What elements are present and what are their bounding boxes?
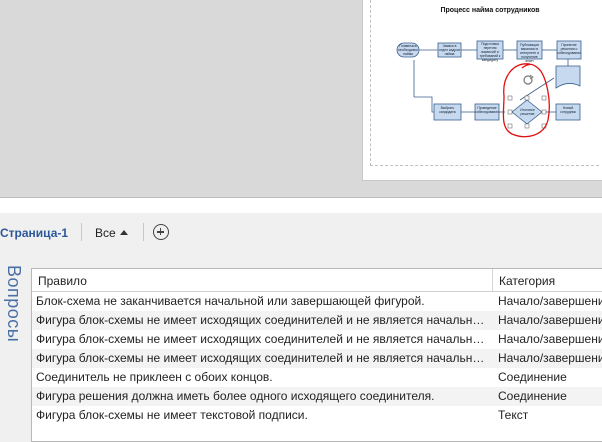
shape-label: Принятие решения о собеседовании xyxy=(557,43,581,55)
rule-cell: Фигура решения должна иметь более одного… xyxy=(36,389,435,403)
shape-label: Проведение собеседования xyxy=(475,106,499,114)
horizontal-scrollbar[interactable] xyxy=(0,197,602,214)
document-shape[interactable] xyxy=(555,65,581,89)
shape-label: Новый сотрудник xyxy=(560,106,576,114)
tab-divider xyxy=(81,223,82,241)
shape-label: Подготовка перечня вакансий и требований… xyxy=(479,42,501,62)
category-cell: Начало/завершение xyxy=(498,313,602,327)
flowchart-diagram[interactable] xyxy=(362,0,602,180)
shape-label: Заявка в отдел кадров найма xyxy=(439,44,460,56)
tab-all-pages[interactable]: Все xyxy=(95,226,116,240)
tab-page-1[interactable]: Страница-1 xyxy=(0,226,68,240)
shape-label: Публикация вакансии в интернете и получе… xyxy=(520,43,539,63)
issues-pane: Вопросы Правило Категория Блок-схема не … xyxy=(0,253,602,442)
shape-label: Выбрать кандидата xyxy=(439,106,456,114)
table-row[interactable]: Блок-схема не заканчивается начальной ил… xyxy=(32,292,602,311)
rule-cell: Фигура блок-схемы не имеет исходящих сое… xyxy=(36,351,488,365)
table-row[interactable]: Фигура блок-схемы не имеет текстовой под… xyxy=(32,406,602,425)
issues-pane-title: Вопросы xyxy=(4,265,24,343)
table-row[interactable]: Фигура блок-схемы не имеет исходящих сое… xyxy=(32,330,602,349)
column-header-rule[interactable]: Правило xyxy=(38,274,87,288)
caret-up-icon[interactable] xyxy=(120,230,128,235)
page-tabs-bar: Страница-1 Все xyxy=(0,213,602,251)
drawing-canvas[interactable]: Процесс найма сотрудников Появилась необ… xyxy=(0,0,602,197)
column-resize-handle[interactable] xyxy=(492,269,493,291)
table-row[interactable]: Фигура решения должна иметь более одного… xyxy=(32,387,602,406)
issues-table[interactable]: Правило Категория Блок-схема не заканчив… xyxy=(31,268,602,442)
category-cell: Начало/завершение xyxy=(498,332,602,346)
table-row[interactable]: Соединитель не приклеен с обоих концов. … xyxy=(32,368,602,387)
tab-divider xyxy=(143,223,144,241)
category-cell: Соединение xyxy=(498,370,567,384)
rule-cell: Блок-схема не заканчивается начальной ил… xyxy=(36,294,425,308)
rule-cell: Фигура блок-схемы не имеет текстовой под… xyxy=(36,408,308,422)
table-header: Правило Категория xyxy=(32,269,602,292)
rule-cell: Соединитель не приклеен с обоих концов. xyxy=(36,370,273,384)
rule-cell: Фигура блок-схемы не имеет исходящих сое… xyxy=(36,313,488,327)
shape-label: Появилась необходимость найма xyxy=(398,44,418,56)
table-row[interactable]: Фигура блок-схемы не имеет исходящих сое… xyxy=(32,349,602,368)
add-page-button[interactable] xyxy=(153,224,169,240)
category-cell: Соединение xyxy=(498,389,567,403)
table-row[interactable]: Фигура блок-схемы не имеет исходящих сое… xyxy=(32,311,602,330)
rule-cell: Фигура блок-схемы не имеет исходящих сое… xyxy=(36,332,488,346)
column-header-category[interactable]: Категория xyxy=(499,274,555,288)
diagram-title: Процесс найма сотрудников xyxy=(440,7,540,14)
category-cell: Начало/завершение xyxy=(498,351,602,365)
shape-label: Итоговое решение xyxy=(520,108,535,116)
rotate-handle-icon[interactable] xyxy=(523,74,534,85)
category-cell: Начало/завершение xyxy=(498,294,602,308)
category-cell: Текст xyxy=(498,408,529,422)
